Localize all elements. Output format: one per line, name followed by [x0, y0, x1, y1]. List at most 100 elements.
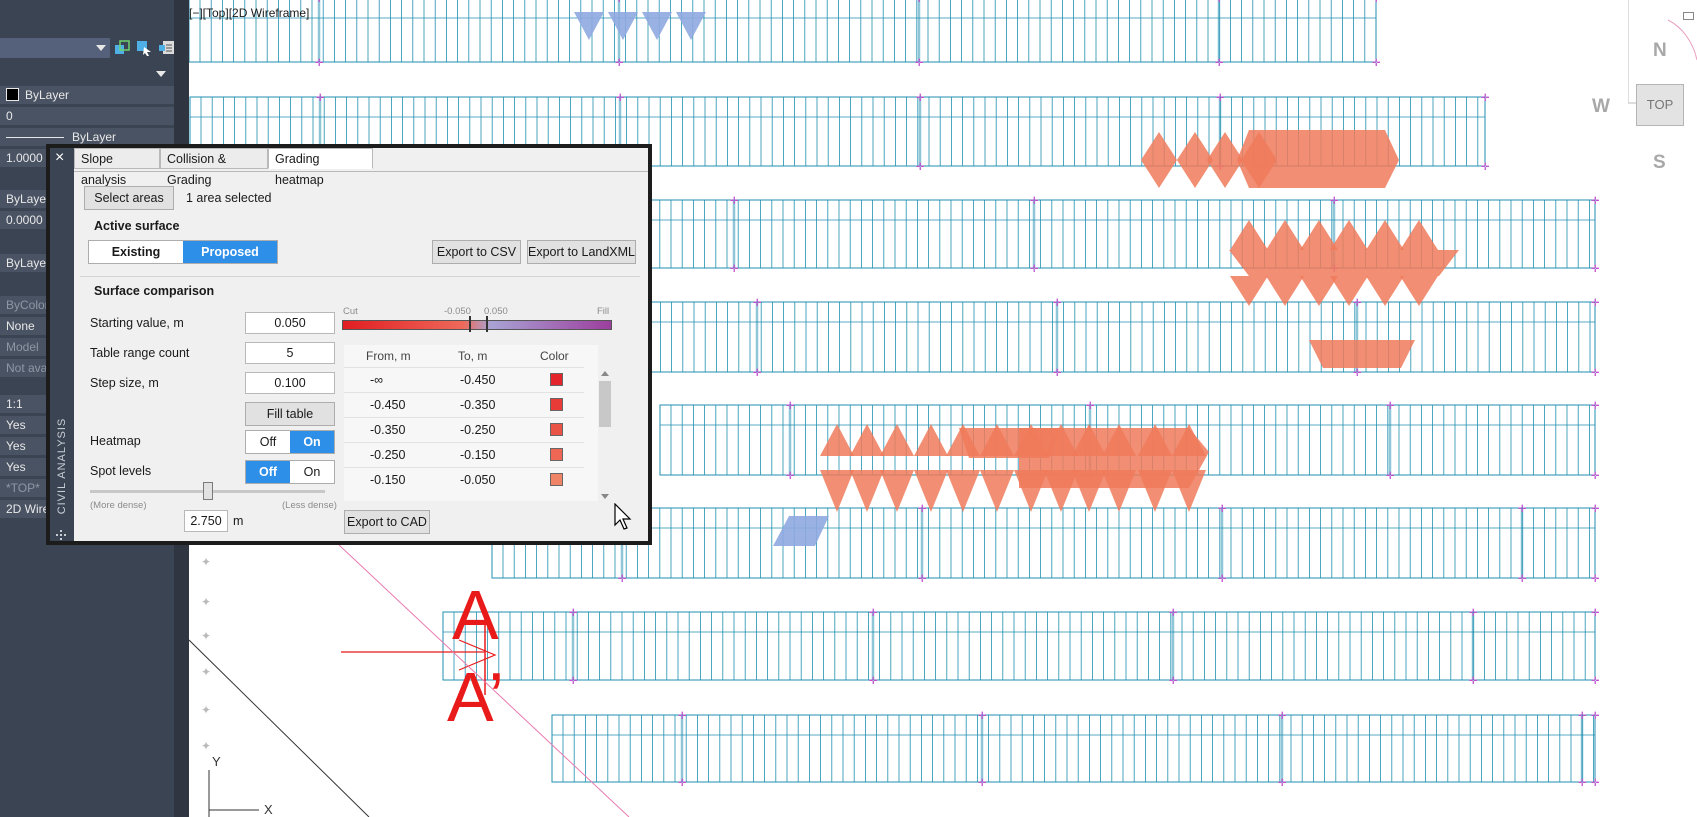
drawing-entity[interactable]	[1366, 220, 1404, 250]
drawing-entity[interactable]: ✛	[1591, 504, 1600, 515]
drawing-entity[interactable]: ✛	[1386, 471, 1395, 482]
viewcube-west[interactable]: W	[1592, 96, 1610, 118]
close-icon[interactable]: ×	[55, 150, 64, 166]
drawing-entity[interactable]: ✛	[678, 778, 687, 789]
drawing-entity[interactable]	[1229, 250, 1459, 276]
general-section-header[interactable]	[0, 66, 174, 82]
drawing-entity[interactable]: ✛	[1591, 471, 1600, 482]
proposed-option[interactable]: Proposed	[183, 241, 277, 263]
cell-from[interactable]: -0.250	[370, 448, 405, 462]
cell-to[interactable]: -0.450	[460, 373, 495, 387]
cell-from[interactable]: -0.150	[370, 473, 405, 487]
drawing-entity[interactable]: ✛	[1372, 58, 1381, 69]
drawing-entity[interactable]: ✛	[1330, 196, 1339, 207]
export-landxml-button[interactable]: Export to LandXML	[527, 240, 636, 264]
drawing-entity[interactable]: ✛	[753, 298, 762, 309]
drawing-entity[interactable]: ✛	[1591, 401, 1600, 412]
drawing-entity[interactable]	[574, 12, 604, 40]
drawing-entity[interactable]	[880, 470, 914, 512]
dialog-side-bar[interactable]: × CIVIL ANALYSIS	[50, 148, 74, 541]
drawing-entity[interactable]: ✛	[978, 778, 987, 789]
toggle-pickadd-icon[interactable]	[158, 40, 175, 56]
drawing-entity[interactable]: ✛	[869, 608, 878, 619]
drawing-entity[interactable]	[980, 470, 1014, 512]
drawing-entity[interactable]	[1300, 220, 1338, 250]
select-areas-button[interactable]: Select areas	[84, 186, 174, 210]
drawing-entity[interactable]: ✛	[1278, 778, 1287, 789]
drawing-entity[interactable]: ✛	[916, 93, 925, 104]
header-color[interactable]: Color	[540, 349, 569, 363]
cell-from[interactable]: -0.450	[370, 398, 405, 412]
drawing-entity[interactable]	[1207, 132, 1243, 160]
tab-grading-heatmap[interactable]: Grading heatmap	[268, 148, 373, 187]
drawing-entity[interactable]	[608, 12, 638, 40]
gradient-right-handle[interactable]	[486, 316, 488, 332]
cell-color-swatch[interactable]	[550, 473, 563, 486]
drawing-entity[interactable]	[880, 424, 914, 456]
export-csv-button[interactable]: Export to CSV	[432, 240, 521, 264]
drawing-entity[interactable]: ✛	[315, 0, 324, 5]
drawing-entity[interactable]: ✛	[1278, 711, 1287, 722]
spacing-input[interactable]: 2.750	[184, 510, 228, 532]
drawing-entity[interactable]: ✛	[1481, 93, 1490, 104]
drawing-entity[interactable]: ✛	[618, 574, 627, 585]
table-row[interactable]: -0.150 -0.050	[344, 467, 584, 492]
drawing-entity[interactable]	[1141, 160, 1177, 188]
drawing-entity[interactable]	[1330, 220, 1368, 250]
heatmap-on-option[interactable]: On	[290, 431, 334, 453]
drawing-entity[interactable]: ✛	[730, 264, 739, 275]
drawing-entity[interactable]: ✛	[730, 196, 739, 207]
drawing-entity[interactable]: ✛	[978, 711, 987, 722]
drawing-entity[interactable]: ✦	[201, 629, 211, 643]
drawing-entity[interactable]: ✛	[1469, 608, 1478, 619]
active-surface-toggle[interactable]: Existing Proposed	[88, 240, 278, 264]
drawing-entity[interactable]	[1141, 132, 1177, 160]
drawing-entity[interactable]: ✛	[1216, 93, 1225, 104]
header-to[interactable]: To, m	[458, 349, 487, 363]
drawing-entity[interactable]	[773, 516, 829, 546]
drawing-entity[interactable]: ✛	[615, 58, 624, 69]
tab-collision-grading[interactable]: Collision & Grading	[160, 148, 268, 187]
drawing-entity[interactable]: ✛	[678, 711, 687, 722]
tab-slope-analysis[interactable]: Slope analysis	[74, 148, 160, 187]
drawing-entity[interactable]: ✛	[1591, 778, 1600, 789]
drawing-entity[interactable]: ✦	[201, 739, 211, 753]
drawing-entity[interactable]: ✛	[1372, 0, 1381, 5]
drawing-entity[interactable]: ✛	[569, 676, 578, 687]
drawing-entity[interactable]	[946, 470, 980, 512]
property-row[interactable]: 0	[0, 107, 174, 126]
cell-to[interactable]: -0.250	[460, 423, 495, 437]
drawing-entity[interactable]	[1230, 220, 1268, 250]
drawing-entity[interactable]: ✛	[1215, 58, 1224, 69]
drawing-entity[interactable]	[642, 12, 672, 40]
resize-grip-icon[interactable]	[56, 530, 68, 540]
drawing-entity[interactable]	[1309, 340, 1415, 368]
drawing-entity[interactable]: ✛	[1591, 676, 1600, 687]
drawing-entity[interactable]	[491, 507, 1596, 579]
table-row[interactable]: -∞ -0.450	[344, 367, 584, 392]
drawing-entity[interactable]: ✛	[1030, 264, 1039, 275]
drawing-entity[interactable]: ✛	[1353, 298, 1362, 309]
drawing-entity[interactable]: ✦	[201, 595, 211, 609]
drawing-entity[interactable]	[1072, 470, 1106, 512]
property-row[interactable]: ByLayer	[0, 86, 174, 105]
drawing-entity[interactable]: ✛	[753, 368, 762, 379]
drawing-entity[interactable]: ✛	[1053, 368, 1062, 379]
drawing-entity[interactable]: ✛	[1591, 298, 1600, 309]
table-row[interactable]: -0.450 -0.350	[344, 392, 584, 417]
quick-select-icon[interactable]	[114, 40, 130, 56]
drawing-entity[interactable]	[820, 470, 854, 512]
viewcube-south[interactable]: S	[1653, 152, 1666, 174]
drawing-entity[interactable]: ✛	[1518, 574, 1527, 585]
drawing-entity[interactable]	[1172, 470, 1206, 512]
fill-table-button[interactable]: Fill table	[245, 402, 335, 426]
scroll-thumb[interactable]	[599, 381, 611, 427]
drawing-entity[interactable]: ✛	[315, 58, 324, 69]
viewcube-top-face[interactable]: TOP	[1636, 84, 1684, 126]
viewcube-north[interactable]: N	[1653, 40, 1667, 62]
drawing-entity[interactable]: ✛	[1169, 676, 1178, 687]
drawing-entity[interactable]: ✦	[201, 555, 211, 569]
drawing-entity[interactable]: ✛	[1053, 298, 1062, 309]
cell-to[interactable]: -0.350	[460, 398, 495, 412]
select-objects-icon[interactable]	[136, 40, 152, 56]
